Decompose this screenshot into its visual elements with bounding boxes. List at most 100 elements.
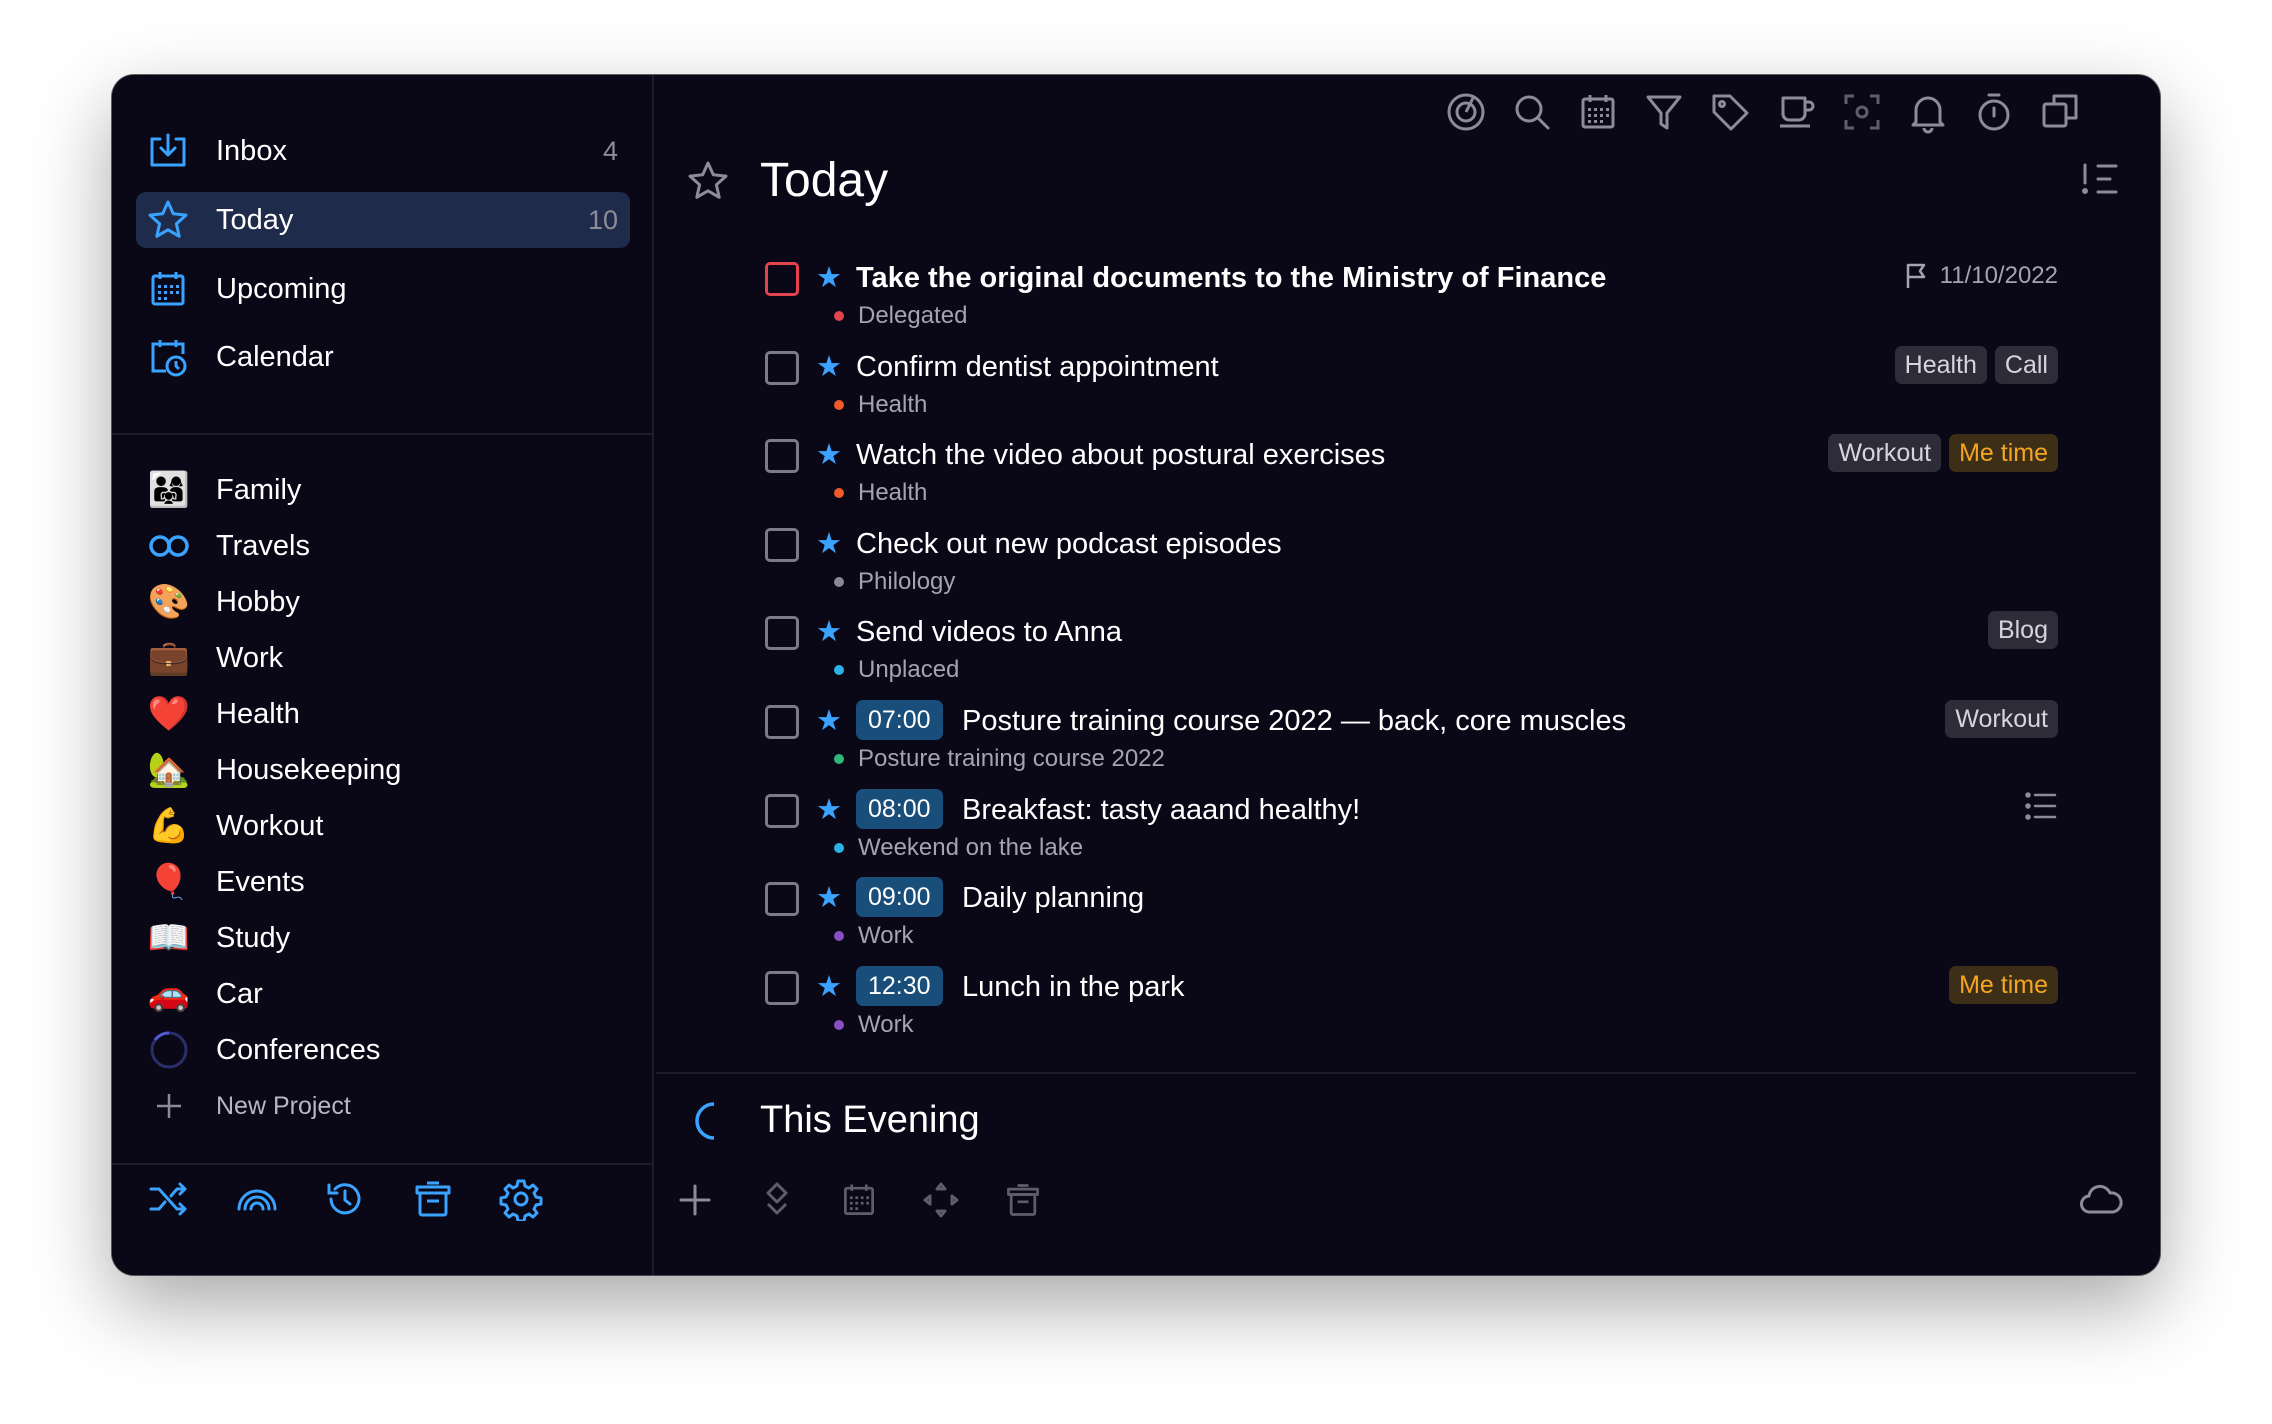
focus-icon[interactable] — [1441, 87, 1491, 137]
task-tag[interactable]: Workout — [1828, 434, 1942, 472]
task-tag[interactable]: Blog — [1987, 611, 2058, 649]
task-project: Health — [834, 479, 927, 507]
project-work[interactable]: 💼 Work — [138, 633, 632, 683]
project-family[interactable]: 👨‍👩‍👧 Family — [138, 465, 632, 515]
trash-icon[interactable] — [998, 1175, 1048, 1225]
sidebar-item-label: Upcoming — [216, 272, 347, 305]
duplicate-icon[interactable] — [2035, 87, 2085, 137]
task-row[interactable]: ★ 07:00 Posture training course 2022 — bac… — [656, 699, 2160, 785]
sidebar-item-inbox[interactable]: Inbox 4 — [136, 123, 630, 179]
task-time-badge[interactable]: 07:00 — [856, 700, 943, 740]
project-color-dot — [834, 754, 844, 764]
cloud-icon[interactable] — [2076, 1175, 2126, 1225]
project-travels[interactable]: Travels — [138, 521, 632, 571]
task-time-badge[interactable]: 08:00 — [856, 789, 943, 829]
task-title[interactable]: Lunch in the park — [962, 971, 1184, 1004]
task-title[interactable]: Confirm dentist appointment — [856, 351, 1219, 384]
calendar-clock-icon — [146, 335, 190, 379]
settings-icon[interactable] — [496, 1174, 546, 1224]
calendar-icon[interactable] — [834, 1175, 884, 1225]
task-row[interactable]: ★ Watch the video about postural exercise… — [656, 433, 2160, 519]
app-window: Inbox 4 Today 10 Upcoming — [112, 75, 2160, 1275]
timer-icon[interactable] — [1969, 87, 2019, 137]
task-tag[interactable]: Me time — [1949, 434, 2058, 472]
task-checkbox[interactable] — [765, 262, 799, 296]
today-star-icon: ★ — [816, 971, 842, 1003]
flag-icon — [1906, 263, 1925, 288]
bell-icon[interactable] — [1903, 87, 1953, 137]
task-title[interactable]: Daily planning — [962, 882, 1144, 915]
task-project-label: Work — [858, 922, 914, 949]
task-time-badge[interactable]: 09:00 — [856, 877, 943, 917]
task-checkbox[interactable] — [765, 794, 799, 828]
calendar-grid-icon — [146, 267, 190, 311]
project-housekeeping[interactable]: 🏡 Housekeeping — [138, 745, 632, 795]
trash-icon[interactable] — [408, 1174, 458, 1224]
task-row[interactable]: ★ 12:30 Lunch in the park Work Me time — [656, 965, 2160, 1051]
this-evening-section: This Evening — [656, 1083, 2160, 1163]
task-meta: Workout — [1945, 699, 2058, 739]
coffee-icon[interactable] — [1771, 87, 1821, 137]
sidebar-item-calendar[interactable]: Calendar — [136, 329, 630, 385]
project-hobby[interactable]: 🎨 Hobby — [138, 577, 632, 627]
add-icon[interactable] — [670, 1175, 720, 1225]
task-title[interactable]: Take the original documents to the Minis… — [856, 262, 1606, 295]
filter-icon[interactable] — [1639, 87, 1689, 137]
task-checkbox[interactable] — [765, 705, 799, 739]
task-row[interactable]: ★ 09:00 Daily planning Work — [656, 876, 2160, 962]
task-checkbox[interactable] — [765, 439, 799, 473]
task-due-date[interactable]: 11/10/2022 — [1904, 262, 2058, 290]
book-icon: 📖 — [147, 919, 191, 957]
project-conferences[interactable]: Conferences — [138, 1025, 632, 1075]
sort-options-icon[interactable] — [2080, 161, 2120, 202]
task-meta: Blog — [1987, 610, 2058, 650]
project-car[interactable]: 🚗 Car — [138, 969, 632, 1019]
project-health[interactable]: ❤️ Health — [138, 689, 632, 739]
today-star-icon: ★ — [816, 616, 842, 648]
move-icon[interactable] — [916, 1175, 966, 1225]
task-project: Work — [834, 1011, 914, 1039]
task-title[interactable]: Posture training course 2022 — back, cor… — [962, 705, 1626, 738]
task-checkbox[interactable] — [765, 616, 799, 650]
shuffle-icon[interactable] — [144, 1174, 194, 1224]
task-row[interactable]: ★ Take the original documents to the Mini… — [656, 256, 2160, 342]
balloon-icon: 🎈 — [147, 863, 191, 901]
task-tag[interactable]: Call — [1994, 346, 2058, 384]
task-tag[interactable]: Me time — [1949, 966, 2058, 1004]
today-count: 10 — [587, 204, 618, 235]
search-icon[interactable] — [1507, 87, 1557, 137]
reorder-icon[interactable] — [752, 1175, 802, 1225]
task-checkbox[interactable] — [765, 351, 799, 385]
task-checkbox[interactable] — [765, 971, 799, 1005]
task-row[interactable]: ★ Check out new podcast episodes Philology — [656, 522, 2160, 608]
sidebar-item-today[interactable]: Today 10 — [136, 192, 630, 248]
new-project-button[interactable]: New Project — [138, 1081, 632, 1131]
task-tag[interactable]: Workout — [1945, 700, 2058, 738]
task-row[interactable]: ★ Confirm dentist appointment Health Health… — [656, 345, 2160, 431]
task-title[interactable]: Send videos to Anna — [856, 616, 1122, 649]
section-title: This Evening — [760, 1099, 980, 1141]
project-workout[interactable]: 💪 Workout — [138, 801, 632, 851]
task-row[interactable]: ★ Send videos to Anna Unplaced Blog — [656, 610, 2160, 696]
task-time-badge[interactable]: 12:30 — [856, 966, 943, 1006]
task-tag[interactable]: Health — [1894, 346, 1987, 384]
tag-icon[interactable] — [1705, 87, 1755, 137]
task-title[interactable]: Breakfast: tasty aaand healthy! — [962, 794, 1360, 827]
task-row[interactable]: ★ 08:00 Breakfast: tasty aaand healthy! Wee… — [656, 788, 2160, 874]
task-checkbox[interactable] — [765, 528, 799, 562]
task-project-label: Philology — [858, 568, 956, 595]
history-icon[interactable] — [320, 1174, 370, 1224]
task-checkbox[interactable] — [765, 882, 799, 916]
scan-icon[interactable] — [1837, 87, 1887, 137]
task-title[interactable]: Check out new podcast episodes — [856, 528, 1282, 561]
calendar-icon[interactable] — [1573, 87, 1623, 137]
rainbow-icon[interactable] — [232, 1174, 282, 1224]
section-divider — [656, 1072, 2136, 1074]
project-events[interactable]: 🎈 Events — [138, 857, 632, 907]
project-label: Family — [216, 473, 302, 506]
sidebar-item-upcoming[interactable]: Upcoming — [136, 261, 630, 317]
task-project: Unplaced — [834, 656, 959, 684]
checklist-icon — [2024, 789, 2058, 828]
project-study[interactable]: 📖 Study — [138, 913, 632, 963]
task-title[interactable]: Watch the video about postural exercises — [856, 439, 1385, 472]
